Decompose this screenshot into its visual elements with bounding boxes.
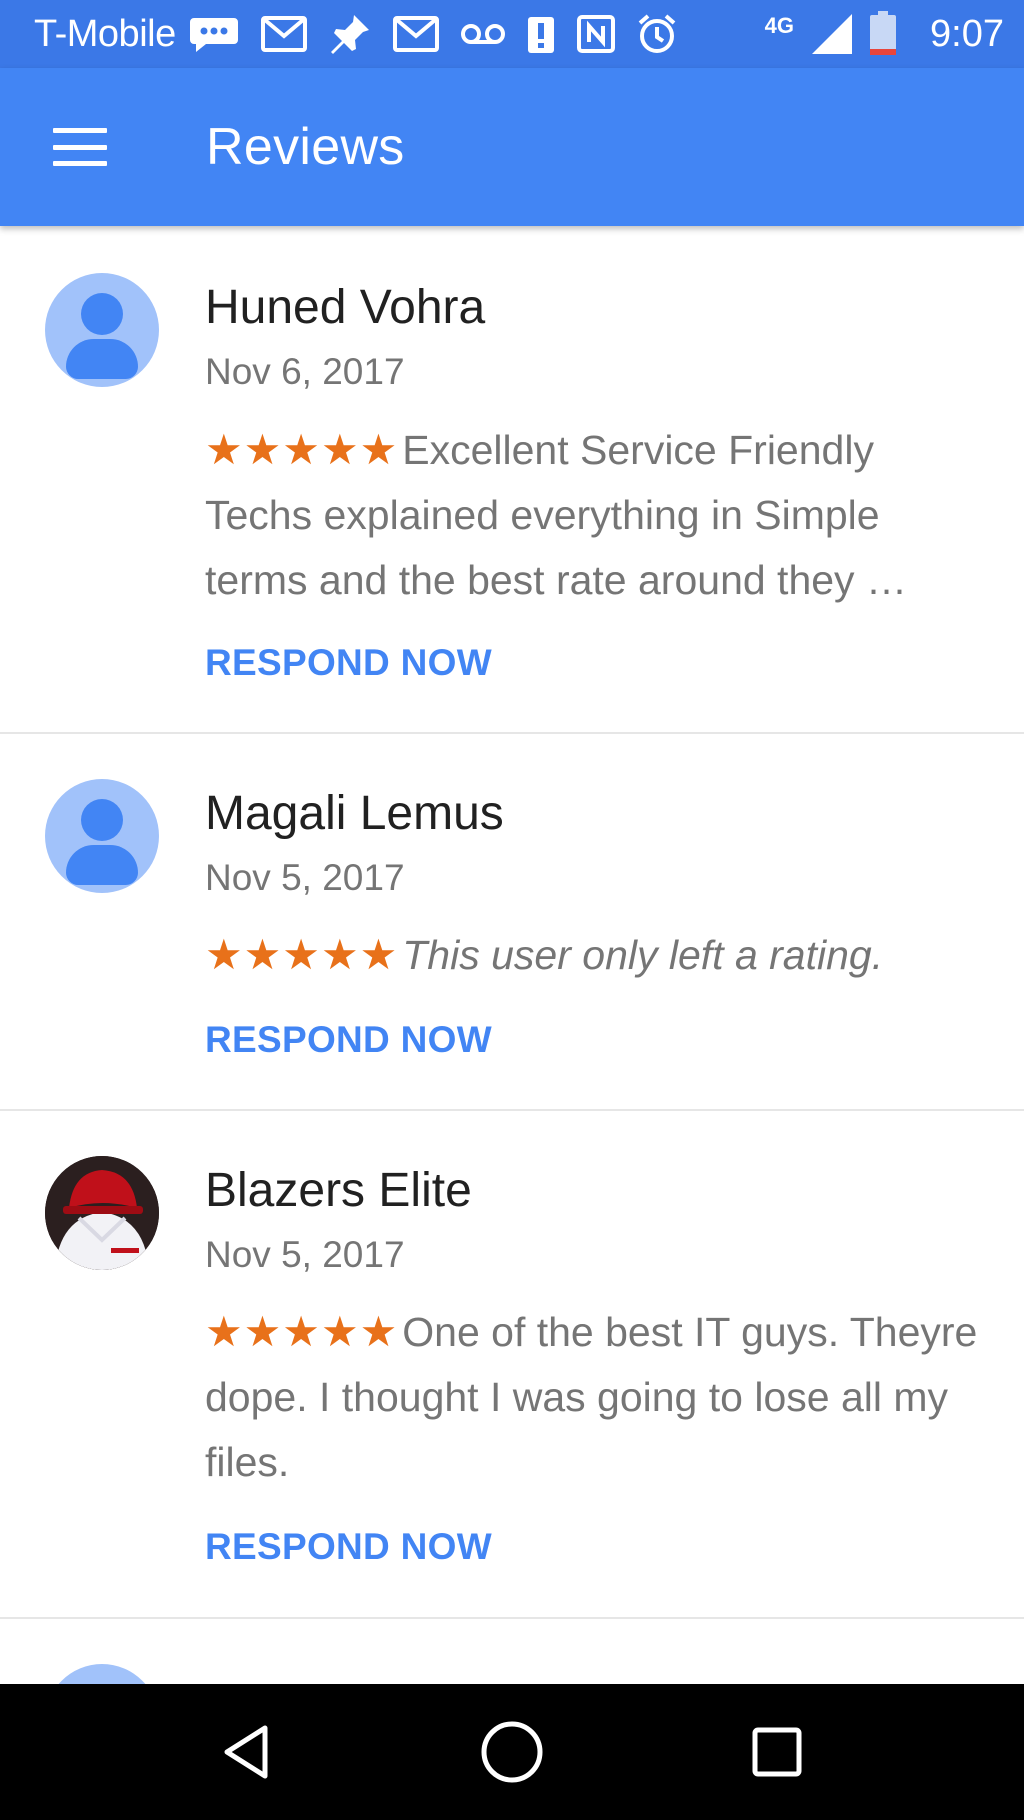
- review-list: Huned Vohra Nov 6, 2017 ★★★★★Excellent S…: [0, 226, 1024, 1684]
- review-body: This user only left a rating.: [402, 932, 884, 978]
- hamburger-menu-icon[interactable]: [32, 99, 128, 195]
- page-title: Reviews: [206, 118, 405, 176]
- system-nav-bar: [0, 1684, 1024, 1820]
- star-rating: ★★★★★: [205, 931, 399, 978]
- review-card: Magali Lemus Nov 5, 2017 ★★★★★This user …: [0, 734, 1024, 1111]
- voicemail-icon: [460, 21, 506, 47]
- recents-icon[interactable]: [717, 1692, 837, 1812]
- user-avatar: [45, 1156, 159, 1270]
- review-card-partial: [0, 1619, 1024, 1684]
- review-date: Nov 6, 2017: [205, 351, 405, 392]
- notification-icons: [188, 12, 765, 56]
- message-icon: [188, 14, 240, 54]
- reviewer-name: Magali Lemus: [205, 787, 504, 840]
- user-avatar: [45, 1664, 159, 1684]
- gmail-icon: [260, 14, 308, 54]
- reviewer-name: Huned Vohra: [205, 281, 486, 334]
- back-icon[interactable]: [187, 1692, 307, 1812]
- respond-now-button[interactable]: RESPOND NOW: [205, 1526, 492, 1568]
- pin-icon: [328, 12, 372, 56]
- status-bar: T-Mobile 4G 9:07: [0, 0, 1024, 68]
- review-card: Blazers Elite Nov 5, 2017 ★★★★★One of th…: [0, 1111, 1024, 1619]
- gmail-icon: [392, 14, 440, 54]
- battery-icon: [868, 11, 898, 57]
- review-text: ★★★★★One of the best IT guys. Theyre dop…: [205, 1299, 985, 1495]
- review-date: Nov 5, 2017: [205, 857, 405, 898]
- app-bar: Reviews: [0, 68, 1024, 226]
- reviewer-name: Blazers Elite: [205, 1164, 472, 1217]
- respond-now-button[interactable]: RESPOND NOW: [205, 642, 492, 684]
- star-rating: ★★★★★: [205, 1308, 399, 1355]
- review-card: Huned Vohra Nov 6, 2017 ★★★★★Excellent S…: [0, 226, 1024, 734]
- alarm-icon: [636, 13, 678, 55]
- review-text: ★★★★★This user only left a rating.: [205, 922, 1005, 988]
- user-avatar: [45, 273, 159, 387]
- clock: 9:07: [930, 12, 1004, 55]
- network-type-label: 4G: [764, 13, 795, 38]
- respond-now-button[interactable]: RESPOND NOW: [205, 1019, 492, 1061]
- signal-icon: [808, 12, 854, 56]
- user-avatar: [45, 779, 159, 893]
- review-date: Nov 5, 2017: [205, 1234, 405, 1275]
- nfc-icon: [576, 14, 616, 54]
- alert-icon: [526, 13, 556, 55]
- carrier-name: T-Mobile: [34, 12, 176, 55]
- review-text: ★★★★★Excellent Service Friendly Techs ex…: [205, 417, 985, 613]
- home-icon[interactable]: [452, 1692, 572, 1812]
- profile-photo: [45, 1156, 159, 1270]
- star-rating: ★★★★★: [205, 426, 399, 473]
